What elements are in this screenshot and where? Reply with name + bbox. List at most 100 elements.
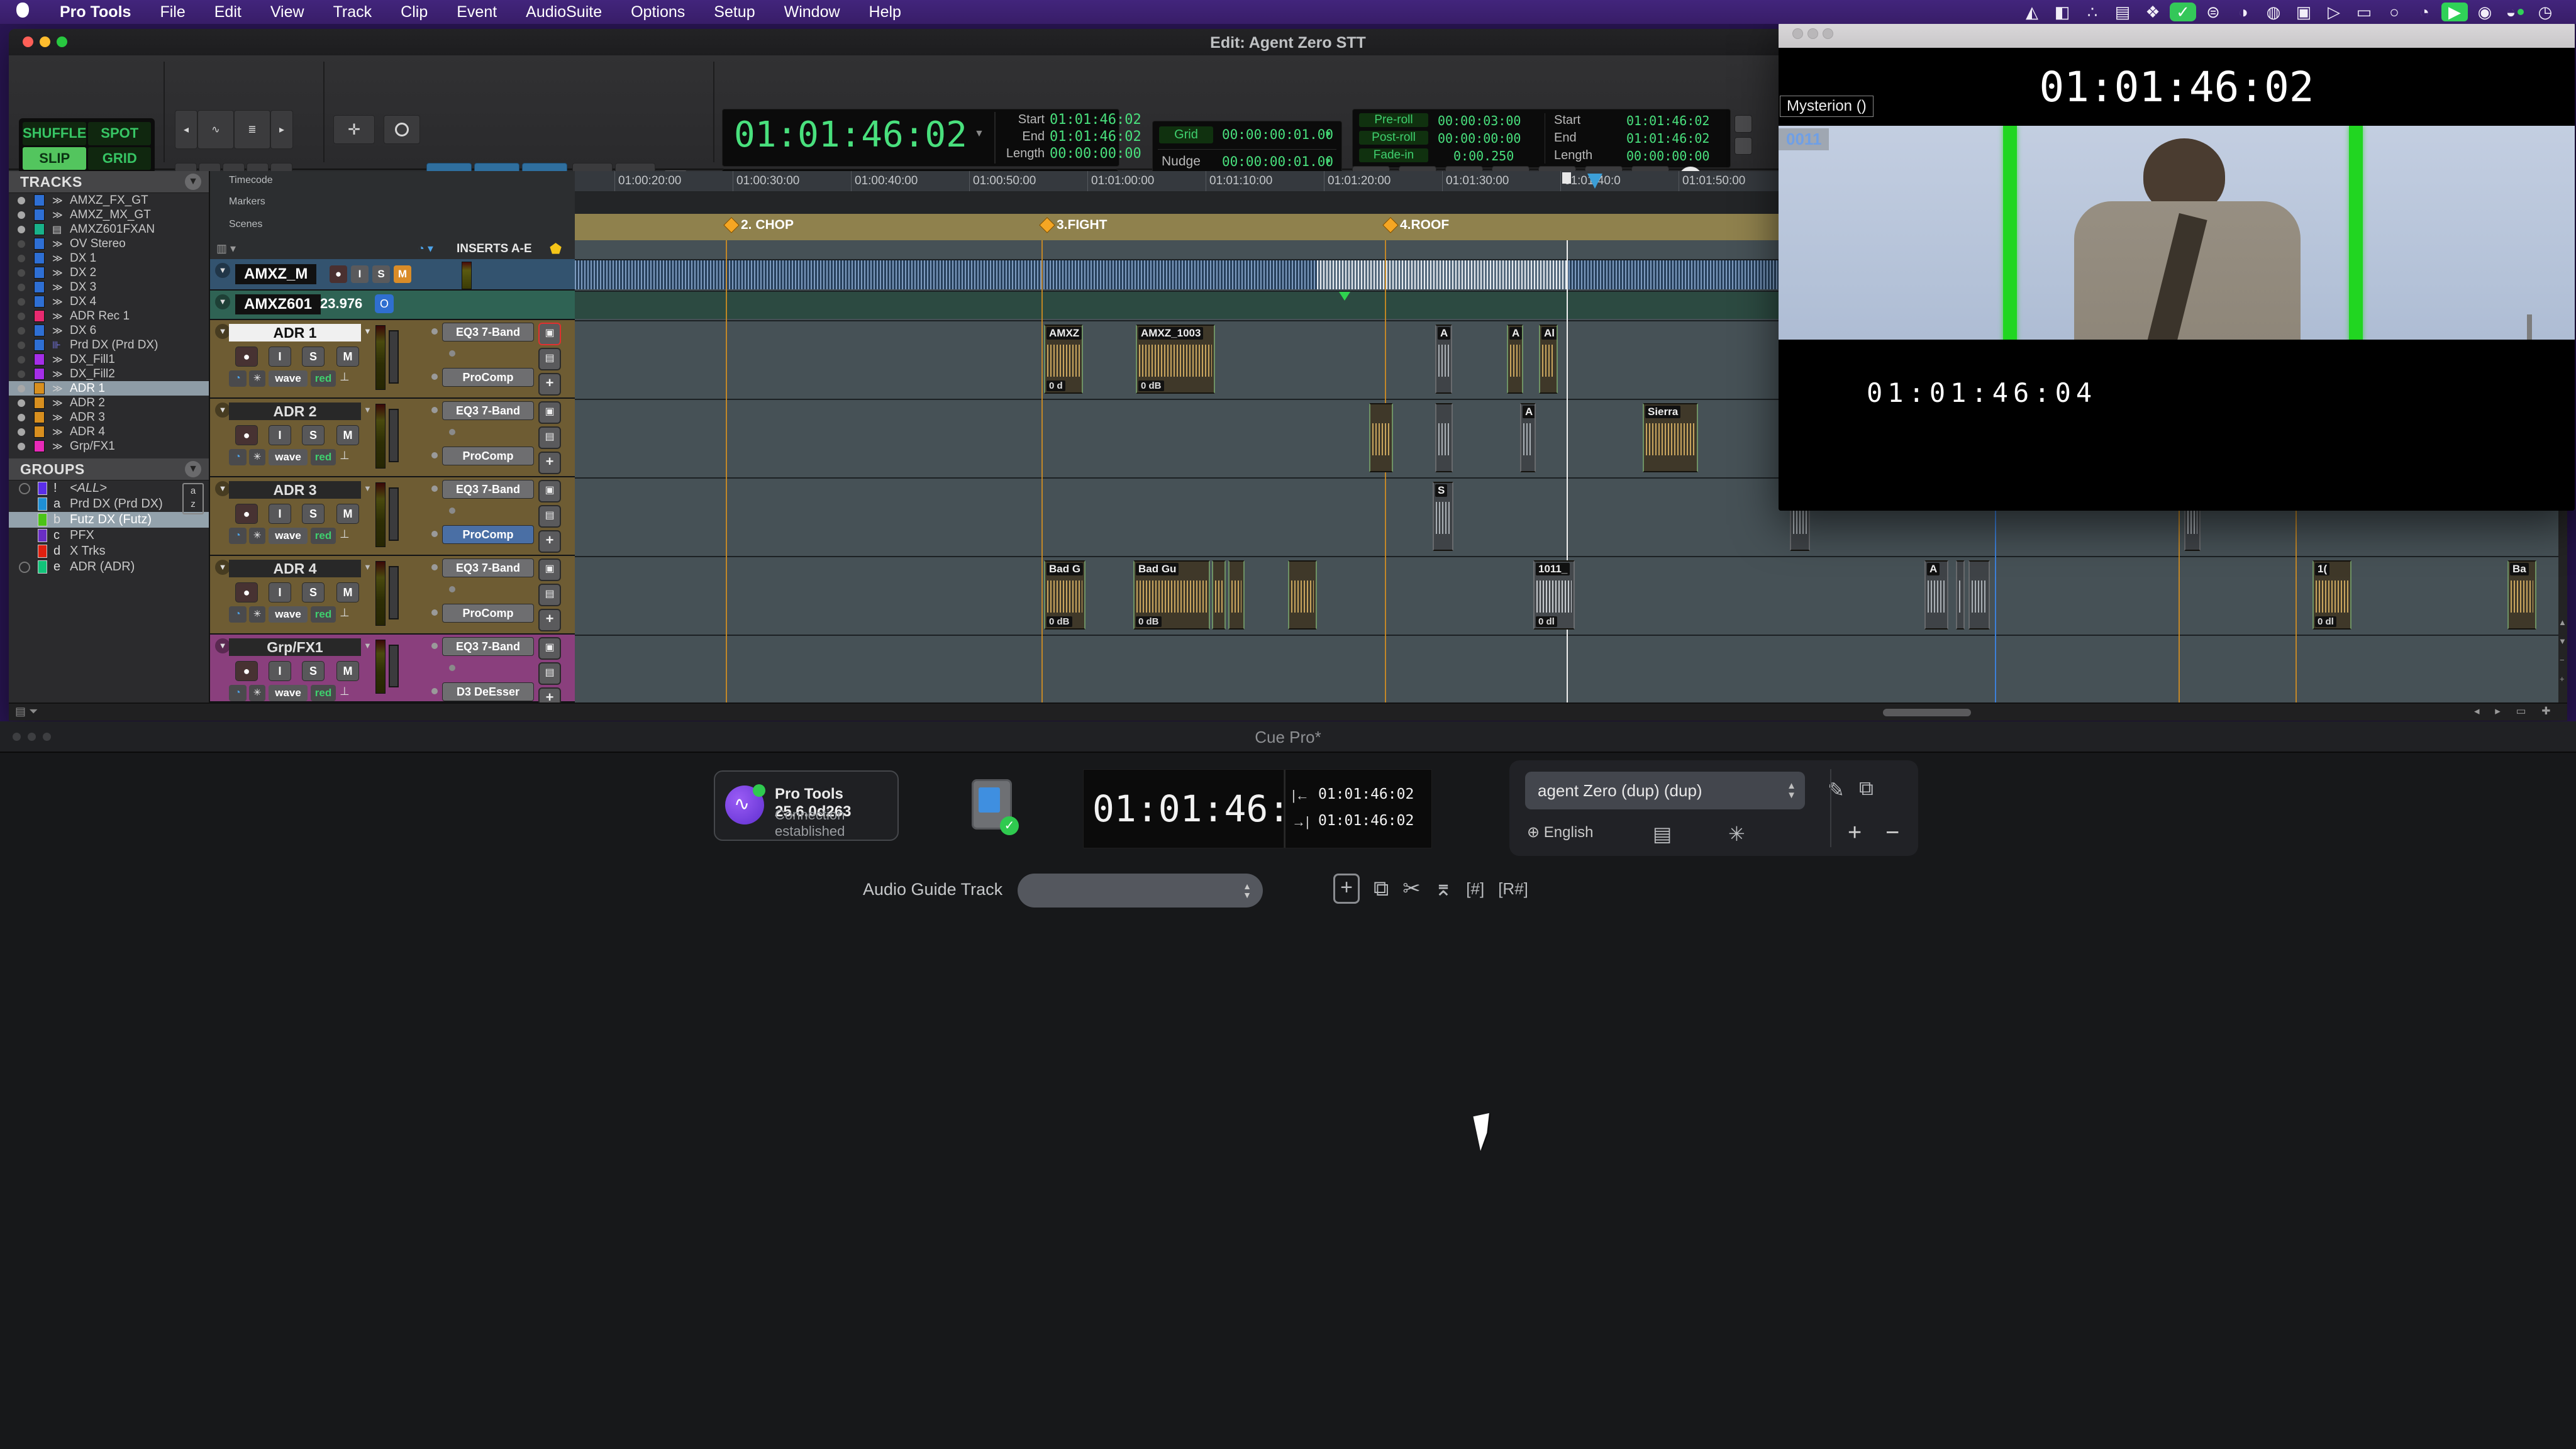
timebase-icon[interactable]: ◔ (229, 606, 247, 623)
toolbar-mini-button-1[interactable] (1735, 115, 1752, 133)
postroll-value[interactable]: 00:00:00:00 (1438, 131, 1521, 146)
renumber-button[interactable]: [R#] (1498, 879, 1528, 899)
script-icon[interactable]: ▤ (1653, 822, 1672, 846)
sidebar-track-dx-2[interactable]: ≫DX 2 (9, 265, 209, 280)
playlist-color-button[interactable]: red (311, 449, 336, 465)
clip[interactable] (1212, 560, 1226, 630)
grid-label[interactable]: Grid (1159, 126, 1213, 143)
track-name-dropdown-icon[interactable]: ▼ (364, 405, 372, 414)
audio-zoom-button[interactable]: ∿ (197, 110, 234, 149)
sidebar-track-amxz601fxan[interactable]: ▤AMXZ601FXAN (9, 222, 209, 236)
sidebar-track-grp/fx1[interactable]: ≫Grp/FX1 (9, 439, 209, 453)
track-header-amxz601[interactable]: ▼AMXZ60123.976O (210, 291, 575, 320)
clip[interactable] (1435, 403, 1453, 472)
track-rec-button[interactable]: ● (235, 504, 258, 524)
track-header-adr-2[interactable]: ▼ADR 2▼●ISM◔✳wavered⊥EQ3 7-BandProComp▣▤… (210, 399, 575, 477)
sidebar-track-dx-4[interactable]: ≫DX 4 (9, 294, 209, 309)
track-mute-button[interactable]: M (336, 504, 359, 524)
timebase-icon[interactable]: ◔ (229, 685, 247, 701)
insert-eq3-7-band[interactable]: EQ3 7-Band (442, 480, 534, 499)
track-view-selector[interactable]: wave (269, 449, 308, 465)
track-solo-button[interactable]: S (302, 347, 325, 367)
track-color-chip[interactable] (34, 426, 45, 438)
sidebar-track-adr-1[interactable]: ≫ADR 1 (9, 381, 209, 396)
clip-A[interactable]: A (1924, 560, 1948, 630)
menu-item-file[interactable]: File (145, 3, 199, 21)
comments-button[interactable]: ▤ (538, 426, 561, 449)
insert-eq3-7-band[interactable]: EQ3 7-Band (442, 323, 534, 341)
scroll-up-icon[interactable]: ▲ (2558, 618, 2567, 627)
track-rec-button[interactable]: ● (235, 582, 258, 602)
track-window-button[interactable]: ▣ (538, 637, 561, 660)
track-color-chip[interactable] (34, 194, 45, 206)
menu-item-view[interactable]: View (256, 3, 319, 21)
automation-icon[interactable]: ⊥ (340, 528, 350, 541)
track-color-chip[interactable] (34, 209, 45, 221)
timebase-icon[interactable]: ◔ (229, 528, 247, 544)
menu-item-window[interactable]: Window (770, 3, 855, 21)
app-menu[interactable]: Pro Tools (45, 3, 145, 21)
clipboard-icon[interactable]: ✓ (972, 779, 1012, 830)
group-color-chip[interactable] (38, 529, 47, 542)
track-color-chip[interactable] (34, 325, 45, 336)
track-name-dropdown-icon[interactable]: ▼ (364, 326, 372, 336)
track-fader-slit[interactable] (389, 330, 399, 384)
clip[interactable] (1228, 560, 1245, 630)
status-facetime-icon[interactable]: ▶ (2441, 3, 2468, 21)
status-play-circle-icon[interactable]: ▷ (2321, 3, 2347, 21)
comments-button[interactable]: ▤ (538, 584, 561, 606)
session-select[interactable]: agent Zero (dup) (dup) ▲▼ (1525, 772, 1805, 809)
track-name[interactable]: ADR 3 (229, 481, 361, 499)
session-stepper-icon[interactable]: ▲▼ (1787, 781, 1805, 800)
status-battery-icon[interactable]: ▭ (2351, 3, 2377, 21)
reel-icon[interactable]: ✳ (1728, 822, 1745, 846)
track-name[interactable]: ADR 2 (229, 402, 361, 420)
elastic-audio-icon[interactable]: ✳ (249, 685, 265, 701)
status-search-icon[interactable]: ○ (2381, 3, 2407, 21)
clip[interactable] (1288, 560, 1317, 630)
zoom-scroll-buttons[interactable]: ◂ ▸ ▭ ✚ ⇤ (2474, 705, 2567, 721)
track-name[interactable]: AMXZ601 (235, 294, 321, 314)
clip-Sierra[interactable]: Sierra (1643, 403, 1698, 472)
counter-dropdown-icon[interactable]: ▼ (974, 128, 984, 140)
apple-menu-icon[interactable] (0, 3, 45, 22)
insert-procomp[interactable]: ProComp (442, 525, 534, 544)
track-color-chip[interactable] (34, 252, 45, 264)
tracks-panel-header[interactable]: TRACKS ▼ (9, 171, 209, 193)
clip-gain-badge[interactable]: 0 d (1046, 380, 1065, 391)
clip-1011_[interactable]: 1011_0 dl (1533, 560, 1575, 630)
remove-session-button[interactable]: − (1885, 819, 1899, 847)
scroll-down-icon[interactable]: ▼ (2558, 636, 2567, 646)
automation-icon[interactable]: ⊥ (340, 370, 350, 384)
sidebar-track-adr-3[interactable]: ≫ADR 3 (9, 410, 209, 425)
clip[interactable] (1369, 403, 1393, 472)
insert-procomp[interactable]: ProComp (442, 604, 534, 623)
track-color-chip[interactable] (34, 281, 45, 293)
groups-panel-header[interactable]: GROUPS ▼ (9, 458, 209, 480)
track-fader-slit[interactable] (389, 487, 399, 541)
track-solo-button[interactable]: S (302, 661, 325, 681)
track-view-selector[interactable]: wave (269, 370, 308, 387)
elastic-audio-icon[interactable]: ✳ (249, 528, 265, 544)
add-insert-button[interactable]: + (538, 452, 561, 474)
scene-marker-2CHOP[interactable]: 2. CHOP (726, 218, 794, 233)
sidebar-group-d[interactable]: dX Trks (9, 543, 209, 559)
toolbar-mini-button-2[interactable] (1735, 137, 1752, 155)
track-window-button[interactable]: ▣ (538, 323, 561, 345)
duplicate-cue-button[interactable]: ⧉ (1374, 877, 1389, 901)
clip-gain-badge[interactable]: 0 dl (1536, 616, 1557, 627)
menu-item-setup[interactable]: Setup (699, 3, 769, 21)
sidebar-group-c[interactable]: cPFX (9, 528, 209, 543)
track-disclosure-icon[interactable]: ▼ (215, 263, 230, 278)
sidebar-group-b[interactable]: bFutz DX (Futz) (9, 512, 209, 528)
status-shortcuts-icon[interactable]: ❖ (2140, 3, 2166, 21)
status-play-badge-icon[interactable]: ▣ (2290, 3, 2317, 21)
clip-A[interactable]: A (1435, 325, 1452, 394)
track-rec-button[interactable]: ● (235, 347, 258, 367)
group-color-chip[interactable] (38, 545, 47, 558)
group-indicator[interactable] (19, 483, 30, 494)
sidebar-group-![interactable]: !<ALL> (9, 480, 209, 496)
cue-pro-titlebar[interactable]: Cue Pro* (0, 721, 2576, 753)
track-solo-button[interactable]: S (302, 582, 325, 602)
track-mute-button[interactable]: M (336, 582, 359, 602)
